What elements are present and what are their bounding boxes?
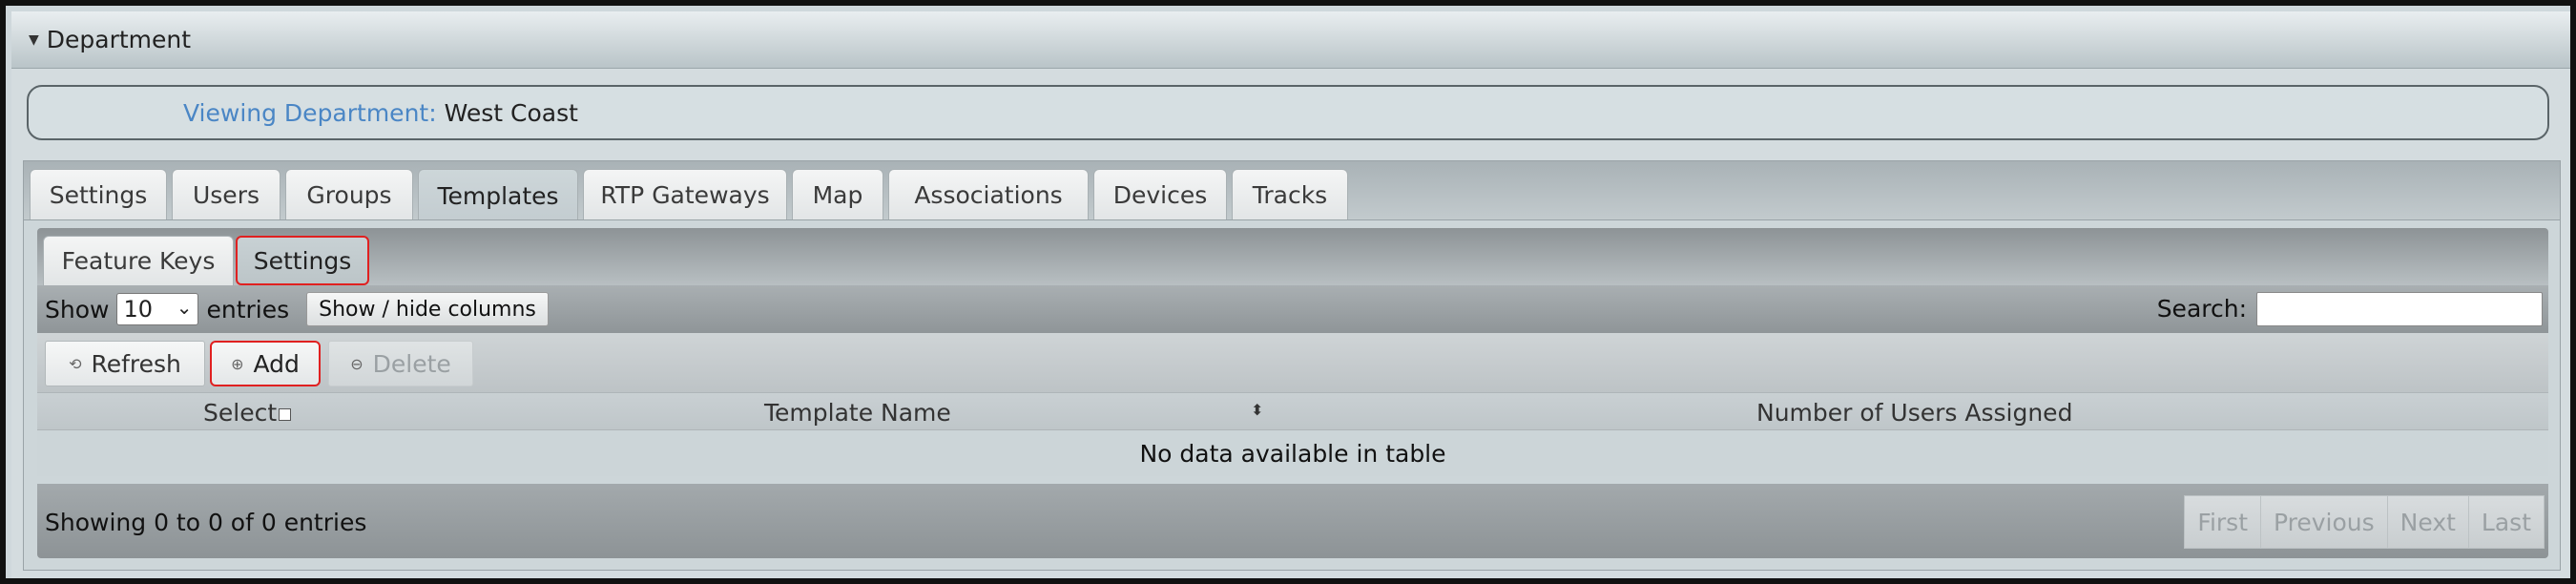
delete-label: Delete: [372, 349, 451, 378]
column-select[interactable]: Select: [203, 399, 292, 427]
table-info: Showing 0 to 0 of 0 entries: [45, 509, 367, 536]
search-label: Search:: [2156, 295, 2247, 323]
refresh-button[interactable]: ⟲ Refresh: [45, 341, 205, 386]
triangle-down-icon[interactable]: ▼: [29, 32, 39, 48]
pager-previous-button[interactable]: Previous: [2260, 495, 2388, 549]
empty-table-message: No data available in table: [37, 430, 2548, 476]
tab-templates[interactable]: Templates: [418, 169, 578, 222]
pager-first-button[interactable]: First: [2184, 495, 2262, 549]
pagination: First Previous Next Last: [2184, 495, 2545, 549]
add-button[interactable]: ⊕ Add: [210, 341, 321, 386]
plus-circle-icon: ⊕: [231, 354, 244, 373]
sort-icon[interactable]: ⬍: [1251, 401, 1263, 419]
panel-title: Department: [46, 26, 192, 53]
table-footer: Showing 0 to 0 of 0 entries First Previo…: [37, 484, 2548, 558]
tab-associations[interactable]: Associations: [888, 169, 1089, 220]
tab-settings[interactable]: Settings: [30, 169, 167, 220]
select-all-checkbox[interactable]: [279, 407, 292, 421]
entries-select[interactable]: 10 ⌄: [116, 293, 199, 325]
viewing-department-value: West Coast: [444, 98, 578, 127]
viewing-department-box: Viewing Department: West Coast: [27, 85, 2549, 140]
tab-devices[interactable]: Devices: [1093, 169, 1227, 220]
pager-last-button[interactable]: Last: [2467, 495, 2545, 549]
department-panel-header[interactable]: ▼ Department: [11, 11, 2570, 69]
department-panel-body: Viewing Department: West Coast Settings …: [11, 69, 2570, 578]
delete-button[interactable]: ⊖ Delete: [328, 341, 473, 386]
subtab-settings[interactable]: Settings: [236, 236, 369, 285]
entries-select-value: 10: [123, 296, 154, 323]
table-toolbar: ⟲ Refresh ⊕ Add ⊖ Delete: [37, 333, 2548, 392]
viewing-department-label: Viewing Department:: [183, 98, 437, 127]
column-template-name[interactable]: Template Name: [764, 399, 951, 427]
search-input[interactable]: [2256, 292, 2543, 326]
tab-map[interactable]: Map: [792, 169, 883, 220]
tab-rtp-gateways[interactable]: RTP Gateways: [583, 169, 787, 220]
show-hide-columns-button[interactable]: Show / hide columns: [306, 292, 549, 326]
subtab-feature-keys[interactable]: Feature Keys: [43, 236, 234, 285]
show-label: Show: [45, 295, 110, 323]
pager-next-button[interactable]: Next: [2386, 495, 2469, 549]
chevron-down-icon: ⌄: [176, 296, 193, 319]
entries-label: entries: [206, 295, 290, 323]
column-select-label: Select: [203, 399, 278, 427]
main-tabs: Settings Users Groups Templates RTP Gate…: [23, 160, 2561, 222]
table-header: Select Template Name ⬍ Number of Users A…: [37, 392, 2548, 430]
tab-tracks[interactable]: Tracks: [1232, 169, 1348, 220]
window-frame: ▼ Department Viewing Department: West Co…: [0, 0, 2576, 584]
tab-groups[interactable]: Groups: [285, 169, 413, 220]
sub-tabs: Feature Keys Settings: [37, 228, 2548, 285]
refresh-icon: ⟲: [69, 354, 82, 373]
templates-content: Feature Keys Settings Show 10 ⌄ entries …: [23, 219, 2561, 571]
minus-circle-icon: ⊖: [350, 354, 364, 373]
tab-users[interactable]: Users: [172, 169, 280, 220]
column-users-assigned[interactable]: Number of Users Assigned: [1756, 399, 2072, 427]
refresh-label: Refresh: [91, 349, 181, 378]
add-label: Add: [253, 349, 300, 378]
table-controls: Show 10 ⌄ entries Show / hide columns Se…: [37, 285, 2548, 333]
